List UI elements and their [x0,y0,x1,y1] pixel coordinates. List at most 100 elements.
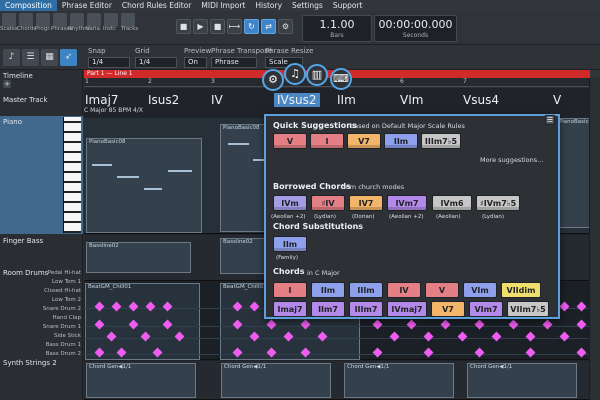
chord-row1-i[interactable]: I [273,282,307,298]
synth-clip-2[interactable]: Chord Gen◀1/1 [221,363,331,398]
bar-2: 2 [148,78,152,85]
chord-row2-ivmaj7[interactable]: IVmaj7 [387,301,427,317]
menu-history[interactable]: History [250,0,287,11]
quick-chord-iim[interactable]: IIm [384,133,418,149]
variations-icon[interactable] [87,13,101,27]
chord-row1-vim[interactable]: VIm [463,282,497,298]
chord-row1-v[interactable]: V [425,282,459,298]
chord-ivsus2[interactable]: IVsus2 [274,93,320,107]
chord-row2-v7[interactable]: V7 [431,301,465,317]
menu-phrase-editor[interactable]: Phrase Editor [57,0,117,11]
chord-iim[interactable]: IIm [337,93,356,107]
music-icon[interactable]: ♫ [284,63,306,85]
chord-isus2[interactable]: Isus2 [148,93,179,107]
synth-clip-3[interactable]: Chord Gen◀1/1 [344,363,454,398]
settings-icon[interactable]: ⚙ [262,69,284,91]
chord-v[interactable]: V [553,93,561,107]
borrowed-sharp-iv[interactable]: ♯IV [311,195,345,211]
list-icon[interactable]: ☰ [22,49,39,66]
chords-title: Chords [273,267,305,276]
bars-unit: Bars [330,32,344,39]
chord-row2-iim7[interactable]: IIm7 [311,301,345,317]
chord-row1-iim[interactable]: IIm [311,282,345,298]
seconds-unit: Seconds [402,32,429,39]
rhythm-icon[interactable] [70,13,84,27]
synth-clip-4[interactable]: Chord Gen◀1/1 [467,363,577,398]
menu-settings[interactable]: Settings [287,0,328,11]
menu-chord-rules-editor[interactable]: Chord Rules Editor [117,0,197,11]
bass-clip-1[interactable]: Bassline02 [86,242,191,273]
loop-button[interactable]: ↻ [244,19,259,34]
preview-select[interactable]: On [184,57,207,68]
chord-row2-vim7[interactable]: VIm7 [469,301,503,317]
menu-composition[interactable]: Composition [0,0,57,11]
play-button[interactable]: ▶ [193,19,208,34]
drum-snare1-label: Snare Drum 1 [42,324,81,330]
add-track-icon[interactable]: + [3,80,11,88]
drum-lane [84,320,600,327]
quick-chord-iiim7b5[interactable]: IIIm7♭5 [421,133,461,149]
loop-start-button[interactable]: ⟼ [227,19,242,34]
quick-chord-i[interactable]: I [310,133,344,149]
chord-imaj7[interactable]: Imaj7 [85,93,119,107]
grid-label: Grid [135,47,150,55]
chord-row2-imaj7[interactable]: Imaj7 [273,301,307,317]
grid-icon[interactable]: ▦ [41,49,58,66]
chord-iv[interactable]: IV [211,93,223,107]
metronome-button[interactable]: ⇄ [261,19,276,34]
more-suggestions-link[interactable]: More suggestions... [480,156,543,164]
instruments-icon[interactable] [104,13,118,27]
grid-select[interactable]: 1/4 [135,57,177,68]
chord-row2-iiim7[interactable]: IIIm7 [349,301,383,317]
quick-suggestions-title: Quick Suggestions [273,121,357,130]
borrowed-ivm7[interactable]: IVm7 [387,195,427,211]
borrowed-iv7[interactable]: IV7 [349,195,383,211]
drum-pedal-hihat-label: Pedal Hi-hat [47,270,81,276]
piano-clip-1[interactable]: PianoBasic08 [86,138,202,233]
chord-vsus4[interactable]: Vsus4 [463,93,499,107]
previous-button[interactable]: ■ [176,19,191,34]
phrase-resize-label: Phrase Resize [265,47,314,55]
tracks-label: Tracks [121,26,139,32]
chord-popup: Quick Suggestions based on Default Major… [264,114,560,319]
chord-substitutions-title: Chord Substitutions [273,222,364,231]
borrowed-sharp-ivm7b5[interactable]: ♯IVm7♭5 [476,195,520,211]
borrowed-chords-subtitle: from church modes [341,183,405,191]
chord-row1-iiim[interactable]: IIIm [349,282,383,298]
chords-icon[interactable] [19,13,33,27]
keyboard-icon[interactable]: ⌨ [330,68,352,90]
synth-clip-1[interactable]: Chord Gen◀1/1 [86,363,196,398]
music-note-icon[interactable]: ♪ [3,49,20,66]
pointer-tool-icon[interactable]: ➶ [60,49,77,66]
scales-icon[interactable] [2,13,16,27]
preview-label: Preview [184,47,212,55]
instruments-label: Instr. [103,26,117,32]
borrowed-ivm6[interactable]: IVm6 [432,195,472,211]
settings-button[interactable]: ⚙ [278,19,293,34]
phrases-icon[interactable] [53,13,67,27]
stop-button[interactable]: ■ [210,19,225,34]
piano-clip-2-label: PianoBasic08 [223,125,260,131]
chords-label: Chords [17,26,37,32]
vertical-scrollbar[interactable] [589,78,600,400]
chord-row2-viim7b5[interactable]: VIIm7♭5 [507,301,549,317]
chord-row1-iv[interactable]: IV [387,282,421,298]
top-control-bar: Scales Chords Progr. Phrases Rhythm Vari… [0,11,600,45]
quick-chord-v[interactable]: V [273,133,307,149]
phrase-transpose-select[interactable]: Phrase [211,57,257,68]
snap-select[interactable]: 1/4 [88,57,130,68]
bar-1: 1 [85,78,89,85]
popup-menu-icon[interactable]: ☰ [545,115,555,125]
substitution-iim[interactable]: IIm [273,236,307,252]
menu-midi-import[interactable]: MIDI Import [196,0,250,11]
menu-support[interactable]: Support [328,0,368,11]
borrowed-ivm[interactable]: IVm [273,195,307,211]
chord-vim[interactable]: VIm [400,93,423,107]
piano-icon[interactable]: ▥ [306,64,328,86]
progressions-icon[interactable] [36,13,50,27]
bar-3: 3 [211,78,215,85]
chord-row1-viidim[interactable]: VIIdim [501,282,541,298]
quick-chord-v7[interactable]: V7 [347,133,381,149]
drum-bass2-label: Bass Drum 2 [45,351,81,357]
tracks-icon[interactable] [121,13,135,27]
